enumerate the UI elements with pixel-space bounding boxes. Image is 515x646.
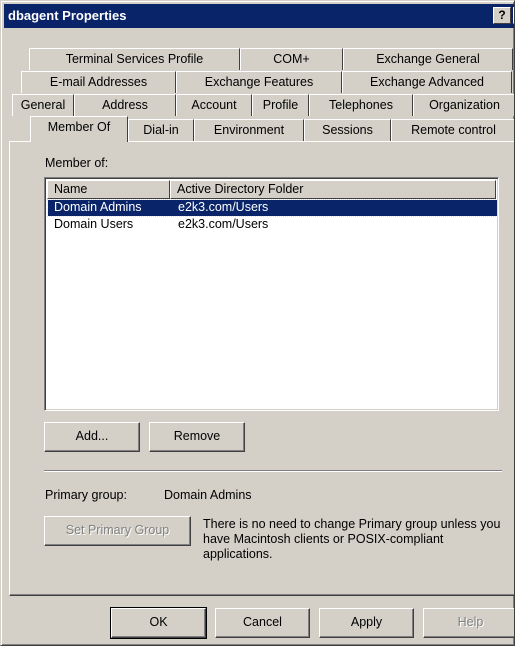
- help-question-icon[interactable]: ?: [493, 7, 511, 24]
- ok-button[interactable]: OK: [110, 607, 207, 639]
- primary-group-value: Domain Admins: [164, 488, 252, 502]
- member-of-label: Member of:: [45, 156, 109, 170]
- tab-member-of[interactable]: Member Of: [30, 116, 128, 142]
- tab-exchange-general[interactable]: Exchange General: [343, 48, 513, 70]
- separator: [44, 470, 502, 472]
- tab-environment[interactable]: Environment: [194, 119, 304, 141]
- tab-sessions[interactable]: Sessions: [304, 119, 391, 141]
- tab-terminal-services-profile[interactable]: Terminal Services Profile: [29, 48, 240, 70]
- window-title: dbagent Properties: [8, 8, 127, 23]
- row-name-cell: Domain Admins: [54, 200, 142, 214]
- tab-exchange-features[interactable]: Exchange Features: [176, 71, 342, 93]
- column-header-name[interactable]: Name: [47, 180, 170, 199]
- tab-general[interactable]: General: [12, 94, 74, 116]
- remove-button[interactable]: Remove: [149, 422, 245, 452]
- row-folder-cell: e2k3.com/Users: [178, 217, 269, 231]
- set-primary-group-button[interactable]: Set Primary Group: [44, 516, 191, 546]
- row-name-cell: Domain Users: [54, 217, 134, 231]
- tab-account[interactable]: Account: [176, 94, 252, 116]
- tab-organization[interactable]: Organization: [413, 94, 514, 116]
- properties-dialog: dbagent Properties ? ✕ Terminal Services…: [0, 0, 515, 646]
- apply-button[interactable]: Apply: [319, 608, 414, 638]
- table-row-domain-admins[interactable]: Domain Admins e2k3.com/Users: [47, 199, 498, 217]
- help-button[interactable]: Help: [423, 608, 514, 638]
- tab-telephones[interactable]: Telephones: [309, 94, 413, 116]
- add-button[interactable]: Add...: [44, 422, 140, 452]
- tab-remote-control[interactable]: Remote control: [391, 119, 514, 141]
- row-folder-cell: e2k3.com/Users: [178, 200, 269, 214]
- tab-dial-in[interactable]: Dial-in: [128, 119, 194, 141]
- title-bar[interactable]: dbagent Properties ? ✕: [4, 4, 514, 28]
- tab-profile[interactable]: Profile: [252, 94, 309, 116]
- tab-email-addresses[interactable]: E-mail Addresses: [21, 71, 176, 93]
- primary-group-label: Primary group:: [45, 488, 127, 502]
- member-of-listview[interactable]: Name Active Directory Folder Domain Admi…: [44, 177, 499, 411]
- column-header-folder[interactable]: Active Directory Folder: [170, 180, 496, 199]
- table-row-domain-users[interactable]: Domain Users e2k3.com/Users: [48, 217, 497, 233]
- tab-address[interactable]: Address: [74, 94, 176, 116]
- primary-group-note: There is no need to change Primary group…: [203, 517, 501, 561]
- cancel-button[interactable]: Cancel: [215, 608, 310, 638]
- tab-com-plus[interactable]: COM+: [240, 48, 343, 70]
- tab-exchange-advanced[interactable]: Exchange Advanced: [342, 71, 512, 93]
